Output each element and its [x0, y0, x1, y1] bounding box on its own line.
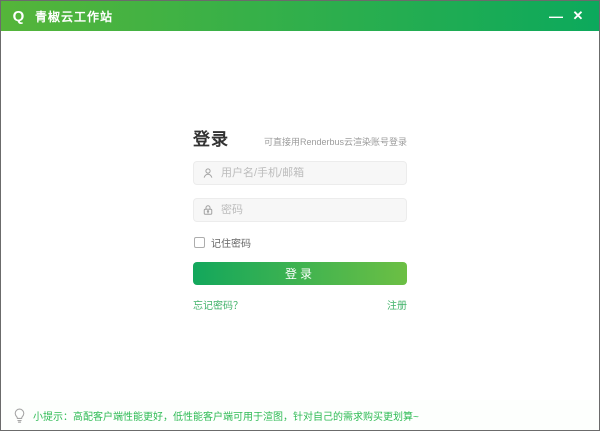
app-logo-icon: Q — [12, 7, 25, 25]
username-input[interactable] — [221, 167, 398, 179]
login-form: 登录 可直接用Renderbus云渲染账号登录 用户名/手机/邮箱 记住密码 登… — [193, 31, 407, 312]
user-icon — [203, 168, 213, 178]
login-links-row: 忘记密码？ 注册 — [193, 297, 407, 312]
lightbulb-icon — [14, 408, 25, 423]
main-content: 登录 可直接用Renderbus云渲染账号登录 用户名/手机/邮箱 记住密码 登… — [1, 31, 599, 400]
lock-icon — [203, 205, 213, 215]
window-title: 青椒云工作站 — [35, 9, 114, 24]
register-link[interactable]: 注册 — [387, 297, 407, 312]
password-input[interactable] — [221, 204, 398, 216]
remember-password-checkbox[interactable] — [194, 237, 205, 248]
footer-tip-bar: 小提示：高配客户端性能更好，低性能客户端可用于渲图，针对自己的需求购买更划算~ — [1, 400, 599, 430]
login-heading: 登录 — [193, 130, 229, 149]
window-controls: — ✕ — [545, 5, 589, 27]
title-bar: Q 青椒云工作站 — ✕ — [1, 1, 599, 31]
footer-tip-text: 小提示：高配客户端性能更好，低性能客户端可用于渲图，针对自己的需求购买更划算~ — [33, 411, 419, 423]
remember-password-row: 记住密码 — [194, 235, 407, 250]
username-input-wrap — [193, 161, 407, 185]
password-input-wrap — [193, 198, 407, 222]
forgot-password-link[interactable]: 忘记密码？ — [193, 297, 243, 312]
close-button[interactable]: ✕ — [567, 5, 589, 27]
login-subtitle: 可直接用Renderbus云渲染账号登录 — [263, 137, 407, 147]
remember-password-label: 记住密码 — [211, 239, 251, 250]
login-form-header: 登录 可直接用Renderbus云渲染账号登录 — [193, 125, 407, 150]
app-window: Q 青椒云工作站 — ✕ 登录 可直接用Renderbus云渲染账号登录 用户名… — [0, 0, 600, 431]
login-button[interactable]: 登录 — [193, 262, 407, 285]
minimize-button[interactable]: — — [545, 5, 567, 27]
